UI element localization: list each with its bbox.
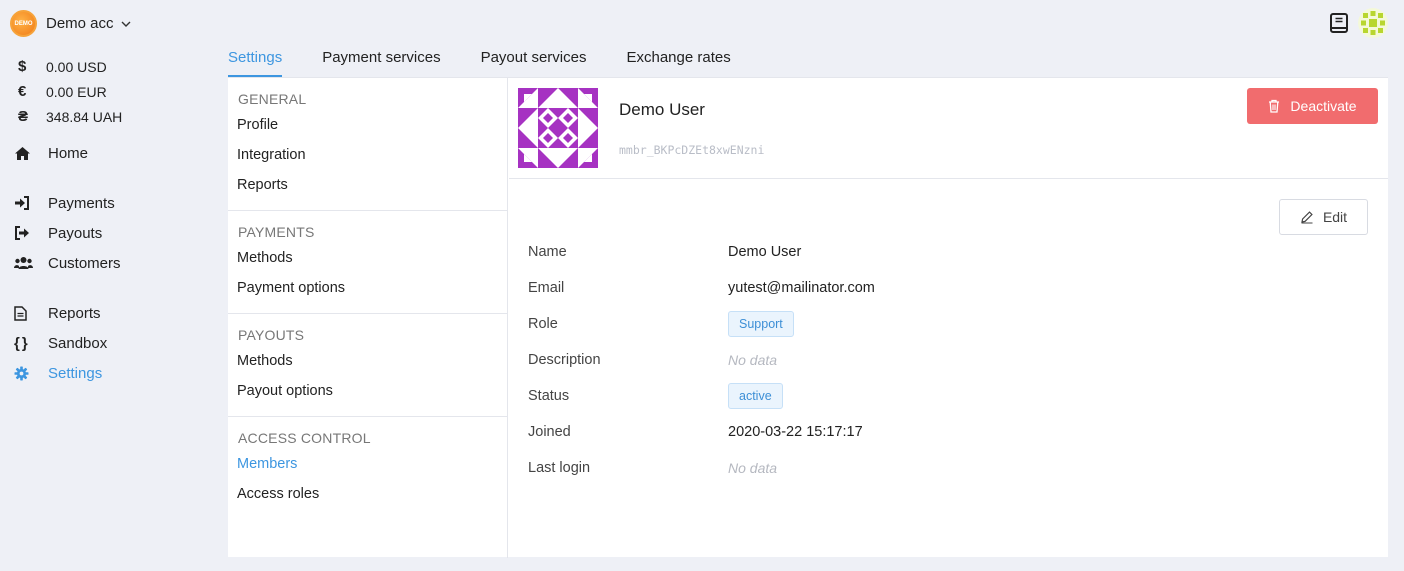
- sign-out-icon: [15, 226, 29, 240]
- sidebar-item-label: Sandbox: [48, 334, 108, 352]
- role-badge: Support: [728, 311, 794, 337]
- sidebar-item-label: Payments: [48, 194, 115, 212]
- submenu-heading: ACCESS CONTROL: [238, 430, 371, 446]
- submenu-heading: PAYOUTS: [238, 327, 305, 343]
- sidebar-nav-money: Payments Payouts Customers: [14, 188, 121, 278]
- balance-usd: $ 0.00 USD: [16, 54, 122, 79]
- submenu-item-integration[interactable]: Integration: [228, 140, 507, 170]
- detail-row-email: Email yutest@mailinator.com: [528, 270, 875, 306]
- sidebar-item-settings[interactable]: Settings: [14, 358, 107, 388]
- account-name: Demo acc: [46, 15, 114, 32]
- deactivate-button[interactable]: Deactivate: [1247, 88, 1378, 124]
- sidebar-item-reports[interactable]: Reports: [14, 298, 107, 328]
- balance-amount: 348.84 UAH: [46, 108, 123, 125]
- submenu-item-payout-options[interactable]: Payout options: [228, 376, 507, 406]
- sidebar-nav-tools: Reports {} Sandbox Settings: [14, 298, 107, 388]
- users-icon: [14, 257, 33, 269]
- sidebar-item-payouts[interactable]: Payouts: [14, 218, 121, 248]
- sidebar-item-label: Home: [48, 144, 89, 162]
- detail-row-description: Description No data: [528, 342, 875, 378]
- detail-label: Joined: [528, 424, 571, 440]
- edit-label: Edit: [1322, 209, 1348, 225]
- detail-value: Demo User: [728, 244, 802, 260]
- sidebar-item-label: Payouts: [48, 224, 103, 242]
- submenu-item-access-roles[interactable]: Access roles: [228, 479, 507, 509]
- submenu-item-payout-methods[interactable]: Methods: [228, 346, 507, 376]
- tab-payout-services[interactable]: Payout services: [481, 44, 587, 77]
- balances: $ 0.00 USD € 0.00 EUR ₴ 348.84 UAH: [16, 54, 122, 129]
- sign-in-icon: [15, 196, 29, 210]
- detail-label: Description: [528, 352, 601, 368]
- member-header: Demo User mmbr_BKPcDZEt8xwENzni Deactiva…: [509, 78, 1388, 179]
- detail-row-last-login: Last login No data: [528, 450, 875, 486]
- settings-submenu: GENERAL Profile Integration Reports PAYM…: [228, 78, 508, 558]
- account-switcher[interactable]: DEMO Demo acc: [10, 10, 132, 37]
- deactivate-label: Deactivate: [1290, 98, 1357, 114]
- account-logo: DEMO: [10, 10, 37, 37]
- detail-row-status: Status active: [528, 378, 875, 414]
- member-avatar: [518, 88, 598, 168]
- edit-button[interactable]: Edit: [1279, 199, 1368, 235]
- detail-row-joined: Joined 2020-03-22 15:17:17: [528, 414, 875, 450]
- submenu-group-payments: PAYMENTS Methods Payment options: [228, 211, 507, 314]
- sidebar-item-label: Reports: [48, 304, 101, 322]
- detail-row-role: Role Support: [528, 306, 875, 342]
- chevron-down-icon: [121, 21, 131, 27]
- pencil-icon: [1301, 211, 1313, 224]
- tab-payment-services[interactable]: Payment services: [322, 44, 440, 77]
- sidebar-item-customers[interactable]: Customers: [14, 248, 121, 278]
- tab-exchange-rates[interactable]: Exchange rates: [626, 44, 730, 77]
- balance-eur: € 0.00 EUR: [16, 79, 122, 104]
- detail-label: Status: [528, 388, 570, 404]
- sidebar-item-payments[interactable]: Payments: [14, 188, 121, 218]
- sidebar-nav-main: Home: [14, 138, 88, 168]
- euro-icon: €: [18, 83, 27, 100]
- detail-label: Role: [528, 316, 558, 332]
- detail-value: No data: [728, 352, 778, 368]
- balance-amount: 0.00 EUR: [46, 83, 107, 100]
- detail-label: Email: [528, 280, 565, 296]
- submenu-item-payment-options[interactable]: Payment options: [228, 273, 507, 303]
- sidebar-item-label: Customers: [48, 254, 121, 272]
- top-tabs: Settings Payment services Payout service…: [228, 44, 771, 77]
- detail-value: No data: [728, 460, 778, 476]
- trash-icon: [1269, 99, 1280, 113]
- dollar-icon: $: [18, 58, 27, 75]
- submenu-item-payment-methods[interactable]: Methods: [228, 243, 507, 273]
- detail-value: 2020-03-22 15:17:17: [728, 424, 863, 440]
- braces-icon: {}: [14, 334, 30, 352]
- submenu-group-general: GENERAL Profile Integration Reports: [228, 78, 507, 211]
- detail-row-name: Name Demo User: [528, 234, 875, 270]
- settings-panel: GENERAL Profile Integration Reports PAYM…: [228, 77, 1388, 558]
- balance-amount: 0.00 USD: [46, 58, 107, 75]
- submenu-item-reports[interactable]: Reports: [228, 170, 507, 200]
- home-icon: [15, 146, 30, 160]
- tab-settings[interactable]: Settings: [228, 44, 283, 77]
- detail-label: Name: [528, 244, 567, 260]
- submenu-heading: PAYMENTS: [238, 224, 315, 240]
- hryvnia-icon: ₴: [18, 108, 29, 125]
- submenu-group-access-control: ACCESS CONTROL Members Access roles: [228, 417, 507, 519]
- detail-label: Last login: [528, 460, 591, 476]
- detail-value: yutest@mailinator.com: [728, 280, 875, 296]
- sidebar-item-home[interactable]: Home: [14, 138, 88, 168]
- gear-icon: [14, 366, 29, 380]
- book-icon[interactable]: [1328, 12, 1350, 34]
- submenu-group-payouts: PAYOUTS Methods Payout options: [228, 314, 507, 417]
- sidebar-item-label: Settings: [48, 364, 103, 382]
- member-detail: Demo User mmbr_BKPcDZEt8xwENzni Deactiva…: [509, 78, 1388, 557]
- status-badge: active: [728, 383, 783, 409]
- sidebar-item-sandbox[interactable]: {} Sandbox: [14, 328, 107, 358]
- submenu-item-profile[interactable]: Profile: [228, 110, 507, 140]
- submenu-item-members[interactable]: Members: [228, 449, 507, 479]
- member-details: Name Demo User Email yutest@mailinator.c…: [528, 234, 875, 486]
- file-text-icon: [14, 305, 27, 321]
- user-avatar[interactable]: [1358, 8, 1388, 38]
- member-name: Demo User: [619, 100, 705, 119]
- member-id: mmbr_BKPcDZEt8xwENzni: [619, 143, 765, 157]
- submenu-heading: GENERAL: [238, 91, 307, 107]
- top-right-actions: [1328, 8, 1388, 38]
- balance-uah: ₴ 348.84 UAH: [16, 104, 122, 129]
